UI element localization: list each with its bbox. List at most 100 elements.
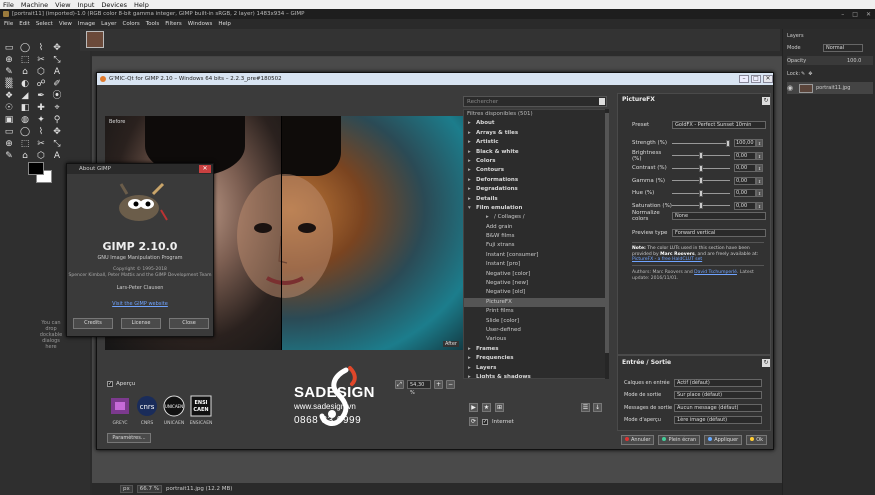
close-icon[interactable]: ✕	[866, 11, 871, 18]
internet-toggle[interactable]: ⟳ ✓ Internet	[469, 417, 514, 426]
smudge-tool-icon[interactable]: ⦿	[52, 91, 62, 101]
menu-tools[interactable]: Tools	[146, 21, 160, 27]
io-select[interactable]: Aucun message (défaut)	[674, 403, 762, 412]
menu-edit[interactable]: Edit	[19, 21, 30, 27]
free-select-tool-icon[interactable]: ⌇	[36, 127, 46, 137]
spin-arrows-icon[interactable]: ⇕	[756, 201, 763, 210]
ok-button[interactable]: Ok	[746, 435, 768, 445]
crop-tool-icon[interactable]: ⬚	[20, 55, 30, 65]
slider-value[interactable]: 100,00	[734, 139, 756, 147]
filter-item[interactable]: ▸ Layers	[464, 364, 606, 373]
menu-select[interactable]: Select	[36, 21, 53, 27]
visibility-eye-icon[interactable]: ◉	[787, 84, 799, 92]
zoom-tool-icon[interactable]: ◧	[20, 103, 30, 113]
list-view-icon[interactable]: ☰	[581, 403, 590, 412]
filter-item[interactable]: Various	[464, 335, 606, 344]
spin-arrows-icon[interactable]: ⇕	[756, 176, 763, 185]
apply-button[interactable]: Appliquer	[704, 435, 743, 445]
favorite-add-icon[interactable]: ★	[482, 403, 491, 412]
slider-track[interactable]	[672, 152, 730, 159]
free-select-tool-icon[interactable]: ⌇	[36, 43, 46, 53]
gmic-minimize-icon[interactable]: –	[739, 75, 749, 83]
apercu-toggle[interactable]: ✓ Aperçu	[107, 381, 135, 387]
host-menu-help[interactable]: Help	[134, 1, 149, 9]
menu-view[interactable]: View	[59, 21, 72, 27]
filter-item[interactable]: ▸ Artistic	[464, 138, 606, 147]
image-tab-thumbnail[interactable]	[86, 31, 104, 48]
slider-value[interactable]: 0,00	[734, 151, 756, 160]
foreground-color-swatch[interactable]	[28, 162, 44, 175]
layers-tab[interactable]: Layers	[787, 31, 873, 40]
chevron-right-icon[interactable]: ▸	[468, 157, 476, 166]
slider-handle[interactable]	[726, 139, 730, 147]
layer-row[interactable]: ◉ portrait11.jpg	[787, 82, 873, 94]
normalize-select[interactable]: None	[672, 212, 766, 220]
crop-tool-icon[interactable]: ⬚	[20, 139, 30, 149]
note-link[interactable]: PictureFX - a free HaldCLUT set	[632, 257, 702, 262]
fullscreen-button[interactable]: Plein écran	[658, 435, 701, 445]
slider-value[interactable]: 0,00	[734, 164, 756, 172]
fuzzy-select-tool-icon[interactable]: ⊕	[4, 139, 14, 149]
filter-item[interactable]: ▸ Deformations	[464, 176, 606, 185]
filter-item[interactable]: Negative [new]	[464, 279, 606, 288]
spin-arrows-icon[interactable]: ⇕	[756, 164, 763, 172]
io-select[interactable]: Sur place (défaut)	[674, 391, 762, 399]
slider-handle[interactable]	[699, 202, 703, 209]
minimize-icon[interactable]: –	[841, 11, 844, 18]
filter-item[interactable]: ▸ Details	[464, 195, 606, 204]
unit-select[interactable]: px	[120, 485, 133, 493]
spin-arrows-icon[interactable]: ⇕	[756, 189, 763, 197]
filter-item[interactable]: B&W films	[464, 232, 606, 241]
slider-track[interactable]	[672, 164, 730, 172]
transform-tool-icon[interactable]: ⤡	[52, 55, 62, 65]
bucket-tool-icon[interactable]: ▣	[4, 115, 14, 125]
filter-item[interactable]: ▸ About	[464, 119, 606, 128]
slider-track[interactable]	[672, 189, 730, 197]
filter-item[interactable]: Print films	[464, 307, 606, 316]
filter-item[interactable]: ▸ Colors	[464, 157, 606, 166]
opacity-row[interactable]: Opacity 100.0	[787, 56, 873, 65]
rect-select-tool-icon[interactable]: ▭	[4, 127, 14, 137]
chevron-right-icon[interactable]: ▸	[468, 129, 476, 138]
close-button[interactable]: Close	[169, 318, 209, 329]
slider-value[interactable]: 0,00	[734, 176, 756, 185]
spin-arrows-icon[interactable]: ⇕	[756, 151, 763, 160]
host-menu-view[interactable]: View	[55, 1, 70, 9]
color-picker-tool-icon[interactable]: ✚	[36, 103, 46, 113]
chevron-right-icon[interactable]: ▸	[468, 138, 476, 147]
gmic-close-icon[interactable]: ✕	[763, 75, 773, 83]
credits-button[interactable]: Credits	[73, 318, 113, 329]
filter-item[interactable]: Negative [old]	[464, 288, 606, 297]
chevron-right-icon[interactable]: ▸	[468, 354, 476, 363]
filter-item[interactable]: ▸ / Collages /	[464, 213, 606, 222]
about-close-icon[interactable]: ✕	[199, 165, 211, 173]
slider-track[interactable]	[672, 202, 730, 209]
spin-arrows-icon[interactable]: ⇕	[756, 139, 763, 147]
fuzzy-select-tool-icon[interactable]: ⊕	[4, 55, 14, 65]
filter-item[interactable]: Slide [color]	[464, 317, 606, 326]
host-menu-input[interactable]: Input	[78, 1, 95, 9]
expand-all-icon[interactable]: ⊞	[495, 403, 504, 412]
license-button[interactable]: License	[121, 318, 161, 329]
parameters-button[interactable]: Paramètres...	[107, 433, 151, 443]
chevron-right-icon[interactable]: ▸	[468, 364, 476, 373]
move-tool-icon[interactable]: ✥	[52, 43, 62, 53]
chevron-right-icon[interactable]: ▸	[468, 166, 476, 175]
ellipse-select-tool-icon[interactable]: ◯	[20, 127, 30, 137]
chevron-right-icon[interactable]: ▸	[468, 176, 476, 185]
move-tool-icon[interactable]: ✥	[52, 127, 62, 137]
chevron-right-icon[interactable]: ▸	[468, 119, 476, 128]
chevron-down-icon[interactable]: ▾	[468, 204, 476, 213]
refresh-icon[interactable]: ⟳	[469, 417, 478, 426]
filter-item[interactable]: Add grain	[464, 223, 606, 232]
chevron-right-icon[interactable]: ▸	[486, 213, 494, 222]
heal-tool-icon[interactable]: ❖	[4, 91, 14, 101]
airbrush-tool-icon[interactable]: ✒	[36, 91, 46, 101]
ink-tool-icon[interactable]: ✐	[52, 79, 62, 89]
menu-file[interactable]: File	[4, 21, 13, 27]
pencil-tool-icon[interactable]: ✎	[4, 151, 14, 161]
ellipse-select-tool-icon[interactable]: ◯	[20, 43, 30, 53]
gradient-tool-icon[interactable]: ▒	[4, 79, 14, 89]
chevron-right-icon[interactable]: ▸	[468, 345, 476, 354]
slider-track[interactable]	[672, 139, 730, 147]
